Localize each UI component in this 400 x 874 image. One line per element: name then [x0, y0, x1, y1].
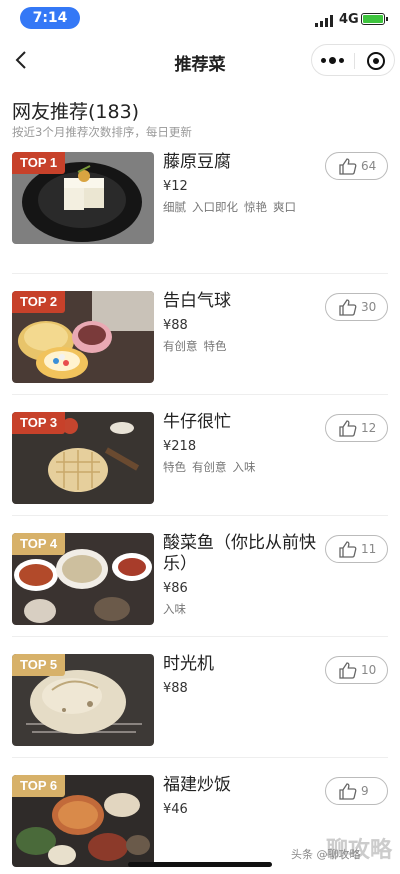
- status-bar: 7:14 4G: [0, 0, 400, 40]
- dish-photo: TOP 2: [12, 291, 154, 383]
- thumbs-up-icon: [339, 783, 357, 800]
- thumbs-up-icon: [339, 662, 357, 679]
- dish-tags: 入味: [163, 601, 323, 617]
- more-options-button[interactable]: [321, 57, 345, 64]
- dish-tag: 有创意: [192, 460, 227, 474]
- dish-tag: 特色: [163, 460, 186, 474]
- like-button[interactable]: 12: [325, 414, 388, 442]
- dish-name: 告白气球: [163, 291, 231, 311]
- dish-price: ¥86: [163, 581, 188, 596]
- thumbs-up-icon: [339, 299, 357, 316]
- dish-tag: 入味: [163, 602, 186, 616]
- close-mini-program-button[interactable]: [367, 52, 385, 70]
- mini-program-capsule: [311, 44, 395, 76]
- like-count: 12: [361, 421, 377, 435]
- dish-price: ¥46: [163, 802, 188, 817]
- dish-price: ¥12: [163, 179, 188, 194]
- dish-photo: TOP 6: [12, 775, 154, 867]
- dish-name: 牛仔很忙: [163, 412, 231, 432]
- dish-item[interactable]: TOP 4 酸菜鱼（你比从前快乐） ¥86 入味 11: [12, 515, 388, 636]
- dish-price: ¥88: [163, 681, 188, 696]
- rank-badge: TOP 2: [12, 291, 66, 313]
- dish-item[interactable]: TOP 3 牛仔很忙 ¥218 特色 有创意 入味 12: [12, 394, 388, 515]
- like-button[interactable]: 30: [325, 293, 388, 321]
- status-time: 7:14: [20, 7, 80, 29]
- dish-tag: 特色: [203, 339, 227, 353]
- dish-list: TOP 1 藤原豆腐 ¥12 细腻 入口即化 惊艳 爽口 64 TOP 2 告白…: [0, 152, 400, 874]
- like-count: 30: [361, 300, 377, 314]
- battery-icon: [361, 13, 388, 25]
- rank-badge: TOP 5: [12, 654, 66, 676]
- dish-tags: 细腻 入口即化 惊艳 爽口: [163, 199, 323, 215]
- dish-name: 藤原豆腐: [163, 152, 231, 172]
- dish-tag: 有创意: [163, 339, 198, 353]
- dish-photo: TOP 4: [12, 533, 154, 625]
- nav-bar: 推荐菜: [0, 40, 400, 82]
- like-button[interactable]: 64: [325, 152, 388, 180]
- dish-photo: TOP 3: [12, 412, 154, 504]
- dish-photo: TOP 1: [12, 152, 154, 244]
- rank-badge: TOP 6: [12, 775, 66, 797]
- like-count: 9: [361, 784, 369, 798]
- dish-name: 酸菜鱼（你比从前快乐）: [163, 533, 316, 574]
- like-button[interactable]: 11: [325, 535, 388, 563]
- like-count: 10: [361, 663, 377, 677]
- dish-tags: 有创意 特色: [163, 338, 323, 354]
- like-count: 64: [361, 159, 377, 173]
- like-button[interactable]: 9: [325, 777, 388, 805]
- like-button[interactable]: 10: [325, 656, 388, 684]
- dish-photo: TOP 5: [12, 654, 154, 746]
- dish-tag: 惊艳: [244, 200, 267, 214]
- dish-name: 福建炒饭: [163, 775, 231, 795]
- home-indicator[interactable]: [128, 862, 272, 867]
- watermark-text: 头条 @聊攻略: [291, 848, 361, 861]
- rank-badge: TOP 3: [12, 412, 66, 434]
- dish-tag: 入味: [232, 460, 256, 474]
- dish-item[interactable]: TOP 2 告白气球 ¥88 有创意 特色 30: [12, 273, 388, 394]
- thumbs-up-icon: [339, 541, 357, 558]
- dish-tag: 细腻: [163, 200, 186, 214]
- section-title: 网友推荐(183): [12, 101, 140, 123]
- dish-item[interactable]: TOP 1 藤原豆腐 ¥12 细腻 入口即化 惊艳 爽口 64: [12, 152, 388, 273]
- signal-icon: [315, 15, 335, 27]
- rank-badge: TOP 4: [12, 533, 66, 555]
- dish-price: ¥218: [163, 439, 197, 454]
- like-count: 11: [361, 542, 377, 556]
- dish-tags: 特色 有创意 入味: [163, 459, 323, 475]
- thumbs-up-icon: [339, 420, 357, 437]
- dish-item[interactable]: TOP 5 时光机 ¥88 10: [12, 636, 388, 757]
- thumbs-up-icon: [339, 158, 357, 175]
- dish-tag: 爽口: [273, 200, 296, 214]
- dish-name: 时光机: [163, 654, 214, 674]
- section-subtitle: 按近3个月推荐次数排序，每日更新: [12, 125, 192, 139]
- network-type: 4G: [339, 12, 359, 27]
- dish-price: ¥88: [163, 318, 188, 333]
- dish-tag: 入口即化: [192, 200, 238, 214]
- rank-badge: TOP 1: [12, 152, 66, 174]
